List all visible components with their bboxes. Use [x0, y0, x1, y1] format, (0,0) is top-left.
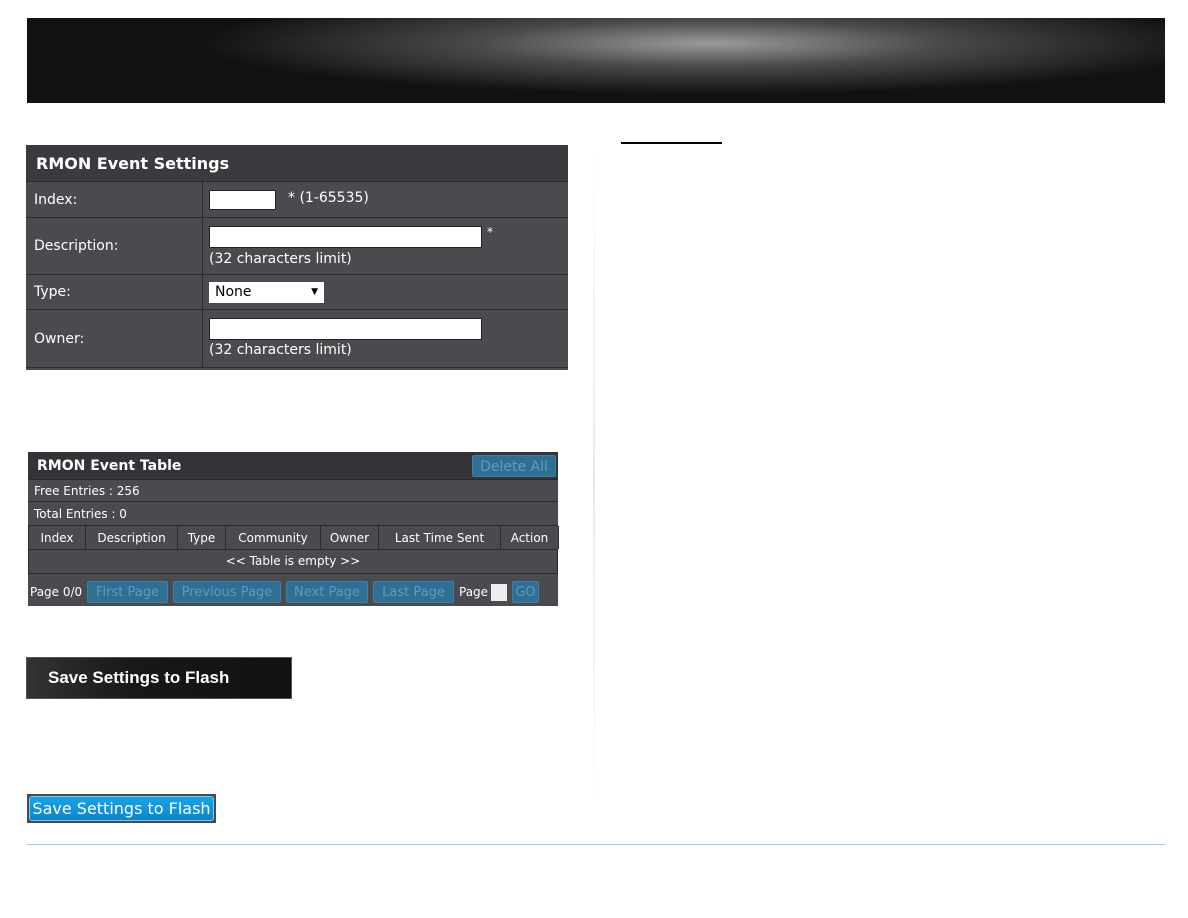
col-owner: Owner	[321, 526, 379, 549]
index-input[interactable]	[209, 190, 276, 210]
col-last-time-sent: Last Time Sent	[379, 526, 501, 549]
dropdown-arrow-icon: ▼	[311, 287, 318, 297]
col-type: Type	[178, 526, 226, 549]
column-divider	[593, 150, 595, 810]
index-label: Index:	[34, 191, 78, 208]
col-community: Community	[226, 526, 321, 549]
empty-message: << Table is empty >>	[28, 550, 558, 574]
save-settings-blue-button[interactable]: Save Settings to Flash	[29, 796, 214, 821]
description-row: Description: * (32 characters limit)	[26, 218, 568, 275]
col-action: Action	[501, 526, 559, 549]
free-entries: Free Entries : 256	[28, 480, 558, 502]
heading-underline	[621, 142, 722, 144]
description-input[interactable]	[209, 226, 482, 248]
footer-line	[27, 844, 1165, 845]
panel-title: RMON Event Settings	[26, 145, 568, 182]
first-page-button[interactable]: First Page	[87, 581, 168, 603]
total-entries: Total Entries : 0	[28, 502, 558, 526]
table-header: RMON Event Table Delete All	[28, 452, 558, 480]
page-info: Page 0/0	[30, 585, 83, 599]
header-banner	[27, 18, 1165, 103]
index-hint: * (1-65535)	[288, 190, 369, 206]
delete-all-button[interactable]: Delete All	[472, 455, 556, 477]
owner-hint: (32 characters limit)	[209, 342, 352, 358]
rmon-event-table: RMON Event Table Delete All Free Entries…	[28, 452, 559, 606]
page-label: Page	[459, 585, 489, 599]
type-label: Type:	[34, 284, 71, 300]
rmon-event-settings-panel: RMON Event Settings Index: * (1-65535) D…	[26, 145, 568, 370]
index-row: Index: * (1-65535)	[26, 182, 568, 218]
save-settings-dark-button[interactable]: Save Settings to Flash	[26, 657, 292, 699]
next-page-button[interactable]: Next Page	[286, 581, 368, 603]
page-input[interactable]	[491, 584, 507, 601]
column-headers: Index Description Type Community Owner L…	[28, 526, 559, 550]
col-description: Description	[86, 526, 178, 549]
previous-page-button[interactable]: Previous Page	[173, 581, 281, 603]
owner-row: Owner: (32 characters limit)	[26, 310, 568, 368]
owner-label: Owner:	[34, 330, 85, 347]
type-row: Type: None ▼	[26, 275, 568, 310]
last-page-button[interactable]: Last Page	[373, 581, 454, 603]
go-button[interactable]: GO	[512, 581, 539, 603]
description-hint: (32 characters limit)	[209, 251, 352, 267]
required-mark: *	[487, 225, 493, 239]
description-label: Description:	[34, 238, 119, 254]
type-select[interactable]: None ▼	[209, 282, 324, 303]
type-selected: None	[215, 284, 252, 300]
save-settings-blue-button-frame: Save Settings to Flash	[27, 794, 216, 823]
col-index: Index	[29, 526, 86, 549]
table-title: RMON Event Table	[37, 458, 182, 474]
owner-input[interactable]	[209, 318, 482, 340]
